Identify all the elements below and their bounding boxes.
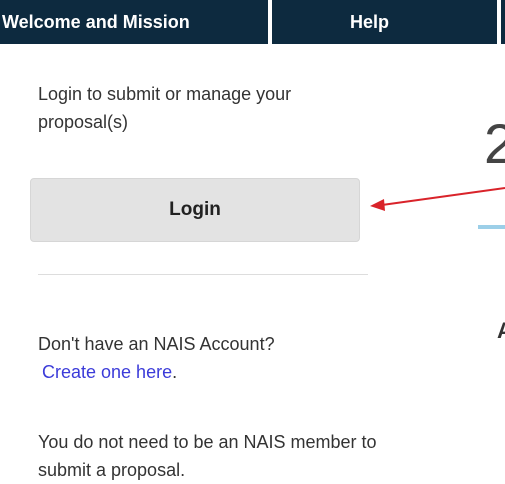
tab-help[interactable]: Help: [272, 0, 501, 44]
create-account-link[interactable]: Create one here: [42, 362, 172, 382]
divider: [38, 274, 368, 275]
partial-heading-glyph: 2: [484, 112, 505, 175]
partial-subheading-glyph: A: [497, 318, 505, 343]
create-link-suffix: .: [172, 362, 178, 382]
top-navigation: Welcome and Mission Help: [0, 0, 505, 44]
page: Welcome and Mission Help Login to submit…: [0, 0, 505, 484]
arrow-head: [370, 199, 385, 211]
member-note-text: You do not need to be an NAIS member to …: [38, 432, 377, 480]
account-question-text: Don't have an NAIS Account?: [38, 334, 275, 354]
login-button[interactable]: Login: [30, 178, 360, 242]
account-question: Don't have an NAIS Account? Create one h…: [38, 330, 378, 386]
tab-welcome-and-mission[interactable]: Welcome and Mission: [0, 0, 272, 44]
login-prompt-text: Login to submit or manage your proposal(…: [38, 84, 292, 132]
arrow-shaft: [381, 187, 505, 206]
annotation-arrow: [370, 187, 505, 211]
partial-accent-line: [478, 225, 505, 229]
